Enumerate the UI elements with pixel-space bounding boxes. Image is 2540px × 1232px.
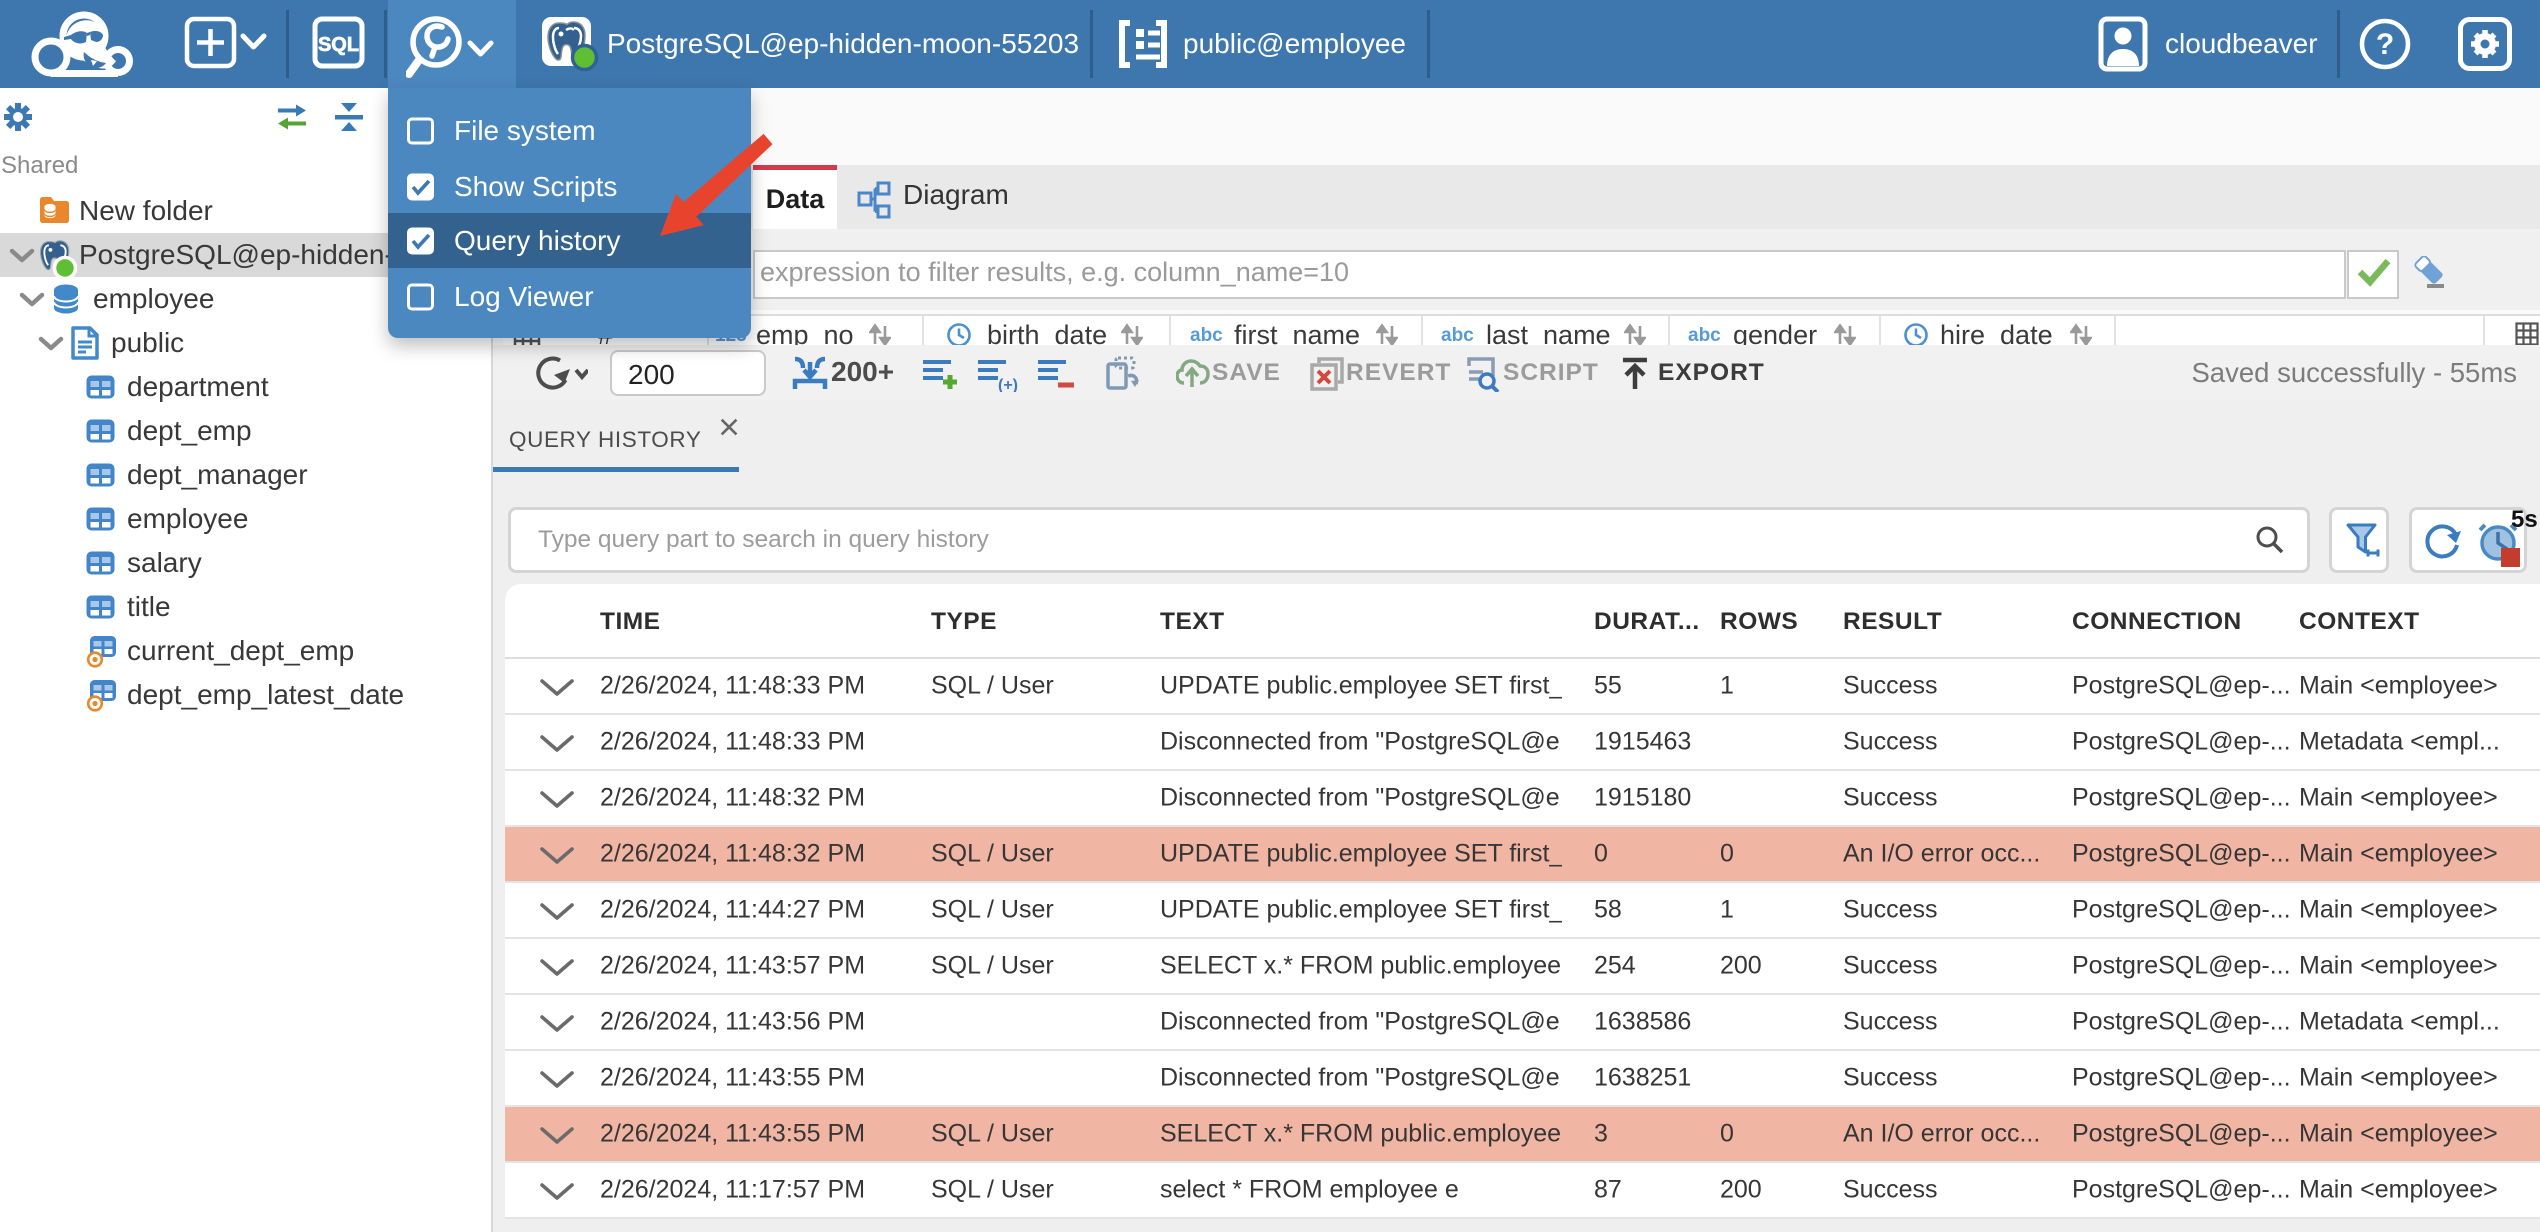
- svg-text:(+): (+): [998, 377, 1018, 392]
- svg-text:?: ?: [2376, 28, 2394, 61]
- svg-text:SQL: SQL: [318, 34, 359, 56]
